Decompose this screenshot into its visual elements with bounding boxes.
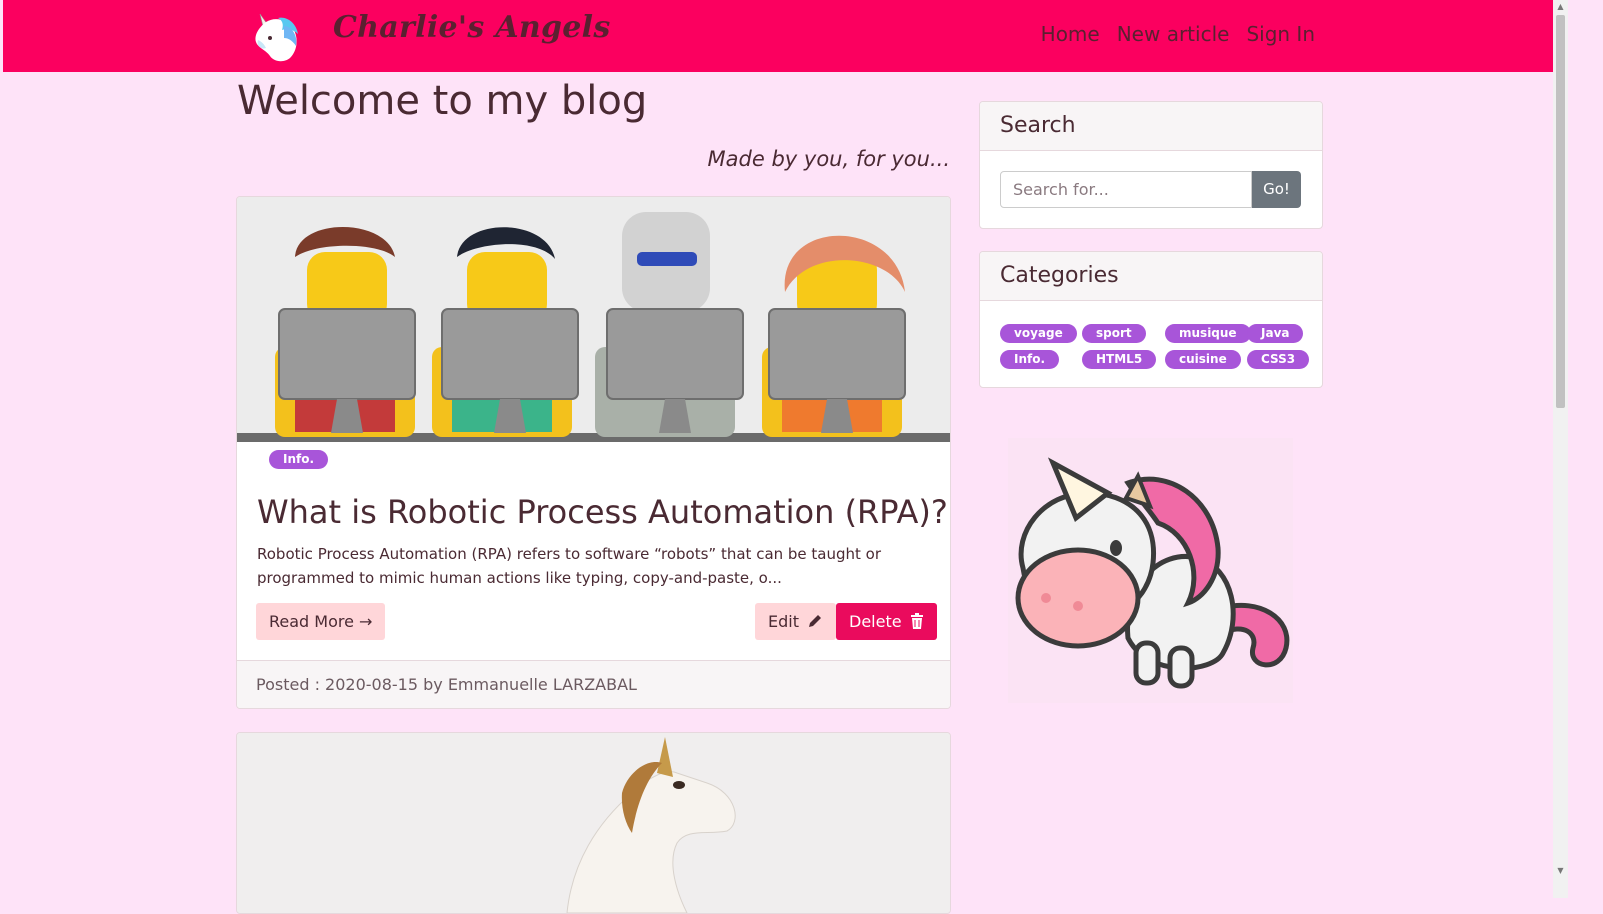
read-more-button[interactable]: Read More →	[256, 603, 386, 640]
unicorn-sticker-image	[1008, 438, 1293, 703]
scroll-down-arrow-icon[interactable]: ▼	[1556, 866, 1565, 876]
post-excerpt: Robotic Process Automation (RPA) refers …	[257, 545, 882, 587]
category-badge-java[interactable]: Java	[1247, 324, 1304, 343]
categories-widget: Categories voyage sport musique Java Inf…	[979, 251, 1323, 388]
category-badge-cuisine[interactable]: cuisine	[1165, 350, 1241, 369]
unicorn-logo-icon[interactable]	[246, 8, 302, 64]
post-title[interactable]: What is Robotic Process Automation (RPA)…	[257, 493, 948, 531]
category-list: voyage sport musique Java Info. HTML5 cu…	[1000, 324, 1310, 369]
delete-label: Delete	[849, 612, 902, 631]
category-badge-sport[interactable]: sport	[1082, 324, 1146, 343]
category-badge-voyage[interactable]: voyage	[1000, 324, 1077, 343]
post-image-2[interactable]	[237, 733, 950, 913]
trash-icon	[910, 613, 923, 629]
nav-link-home[interactable]: Home	[1041, 22, 1100, 46]
post-footer: Posted : 2020-08-15 by Emmanuelle LARZAB…	[237, 660, 950, 708]
page-title: Welcome to my blog	[237, 78, 648, 124]
navbar: Charlie's Angels Home New article Sign I…	[3, 0, 1553, 72]
tagline: Made by you, for you...	[707, 147, 950, 171]
post-image[interactable]	[237, 197, 950, 442]
post-category-badge[interactable]: Info.	[269, 450, 329, 469]
search-widget-title: Search	[980, 102, 1322, 151]
brand-title[interactable]: Charlie's Angels	[333, 10, 611, 45]
search-widget: Search Go!	[979, 101, 1323, 229]
nav-link-new-article[interactable]: New article	[1117, 22, 1230, 46]
edit-label: Edit	[768, 612, 799, 631]
category-badge-musique[interactable]: musique	[1165, 324, 1251, 343]
delete-button[interactable]: Delete	[836, 603, 937, 640]
scroll-thumb[interactable]	[1556, 15, 1565, 408]
edit-button[interactable]: Edit	[755, 603, 837, 640]
post-card-2	[236, 732, 951, 914]
scroll-up-arrow-icon[interactable]: ▲	[1556, 2, 1565, 12]
post-card: Info. What is Robotic Process Automation…	[236, 196, 951, 709]
read-more-label: Read More →	[269, 612, 373, 631]
categories-widget-title: Categories	[980, 252, 1322, 301]
page-scrollbar[interactable]: ▲ ▼	[1553, 0, 1568, 898]
category-badge-css3[interactable]: CSS3	[1247, 350, 1310, 369]
pencil-icon	[809, 615, 822, 627]
nav-links: Home New article Sign In	[1041, 22, 1315, 46]
search-go-button[interactable]: Go!	[1252, 171, 1301, 208]
search-input[interactable]	[1000, 171, 1252, 208]
nav-link-sign-in[interactable]: Sign In	[1246, 22, 1315, 46]
category-badge-info[interactable]: Info.	[1000, 350, 1060, 369]
category-badge-html5[interactable]: HTML5	[1082, 350, 1157, 369]
